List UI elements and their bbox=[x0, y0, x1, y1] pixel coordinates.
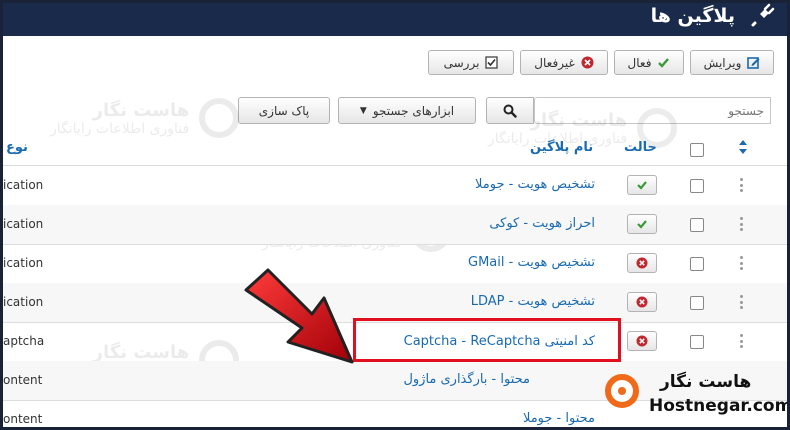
plugin-name-link[interactable]: محتوا - بارگذاری ماژول bbox=[403, 372, 530, 387]
caret-down-icon: ▼ bbox=[359, 105, 367, 116]
status-toggle-enabled[interactable] bbox=[627, 214, 657, 234]
drag-handle-icon[interactable] bbox=[740, 256, 744, 270]
plug-icon bbox=[751, 3, 775, 27]
type-column-header[interactable]: نوع bbox=[6, 140, 28, 155]
status-toggle-enabled[interactable] bbox=[627, 175, 657, 195]
disable-x-icon bbox=[581, 56, 594, 69]
plugin-name-link[interactable]: احراز هویت - کوکی bbox=[489, 216, 595, 231]
plugin-name-link[interactable]: تشخیص هویت - GMail bbox=[468, 255, 595, 270]
watermark-logo-icon bbox=[199, 98, 240, 138]
row-checkbox[interactable] bbox=[690, 179, 704, 193]
logo-persian-text: هاست نگار bbox=[660, 372, 752, 392]
plugin-name-link[interactable]: محتوا - جوملا bbox=[523, 411, 595, 426]
highlight-box bbox=[353, 318, 621, 362]
row-checkbox[interactable] bbox=[690, 218, 704, 232]
edit-button[interactable]: ویرایش bbox=[690, 50, 774, 75]
table-row[interactable]: ication تشخیص هویت - GMail bbox=[0, 244, 790, 283]
drag-handle-icon[interactable] bbox=[740, 217, 744, 231]
plugin-name-link[interactable]: تشخیص هویت - جوملا bbox=[475, 177, 595, 192]
disable-label: غیرفعال bbox=[534, 55, 575, 70]
search-tools-label: ابزارهای جستجو bbox=[372, 103, 455, 118]
status-column-header[interactable]: حالت bbox=[624, 140, 657, 155]
plugin-type: ontent bbox=[3, 412, 43, 426]
select-all-checkbox[interactable] bbox=[690, 143, 704, 157]
plugin-type: ication bbox=[3, 217, 44, 231]
check-in-button[interactable]: بررسی bbox=[428, 50, 514, 75]
disable-x-icon bbox=[636, 296, 648, 308]
row-checkbox[interactable] bbox=[690, 335, 704, 349]
check-icon bbox=[637, 220, 647, 229]
hostnegar-logo-icon bbox=[605, 374, 639, 408]
plugin-type: aptcha bbox=[3, 334, 45, 348]
page-title: پلاگین ها bbox=[650, 5, 735, 27]
plugin-type: ication bbox=[3, 256, 44, 270]
edit-icon bbox=[747, 57, 760, 69]
name-column-header[interactable]: نام پلاگین bbox=[530, 140, 593, 155]
status-toggle-disabled[interactable] bbox=[627, 253, 657, 273]
plugin-type: ication bbox=[3, 178, 44, 192]
edit-label: ویرایش bbox=[703, 55, 742, 70]
brand-logo: هاست نگار Hostnegar.com bbox=[605, 368, 790, 430]
table-row[interactable]: ication احراز هویت - کوکی bbox=[0, 205, 790, 244]
status-toggle-disabled[interactable] bbox=[627, 331, 657, 351]
enable-label: فعال bbox=[627, 55, 652, 70]
status-toggle-disabled[interactable] bbox=[627, 292, 657, 312]
search-tools-button[interactable]: ابزارهای جستجو ▼ bbox=[338, 97, 476, 124]
enable-button[interactable]: فعال bbox=[614, 50, 684, 75]
page-header: پلاگین ها bbox=[0, 0, 790, 36]
drag-handle-icon[interactable] bbox=[740, 295, 744, 309]
table-row[interactable]: ication تشخیص هویت - جوملا bbox=[0, 166, 790, 205]
disable-x-icon bbox=[636, 257, 648, 269]
logo-english-text: Hostnegar.com bbox=[649, 396, 790, 416]
drag-handle-icon[interactable] bbox=[740, 334, 744, 348]
check-icon bbox=[658, 58, 670, 68]
check-in-label: بررسی bbox=[443, 55, 480, 70]
plugin-type: ication bbox=[3, 295, 44, 309]
table-row[interactable]: ication تشخیص هویت - LDAP bbox=[0, 283, 790, 322]
red-arrow-icon bbox=[244, 268, 354, 364]
watermark: هاست نگارفناوری اطلاعات رایانگار bbox=[50, 98, 240, 138]
drag-handle-icon[interactable] bbox=[740, 178, 744, 192]
clear-label: پاک سازی bbox=[258, 103, 310, 118]
check-icon bbox=[637, 181, 647, 190]
disable-button[interactable]: غیرفعال bbox=[520, 50, 608, 75]
sort-icon[interactable] bbox=[738, 140, 748, 154]
plugin-type: ontent bbox=[3, 373, 43, 387]
checkbox-icon bbox=[485, 56, 499, 69]
row-checkbox[interactable] bbox=[690, 257, 704, 271]
disable-x-icon bbox=[636, 335, 648, 347]
row-checkbox[interactable] bbox=[690, 296, 704, 310]
clear-button[interactable]: پاک سازی bbox=[238, 97, 330, 124]
plugin-name-link[interactable]: تشخیص هویت - LDAP bbox=[471, 294, 595, 309]
